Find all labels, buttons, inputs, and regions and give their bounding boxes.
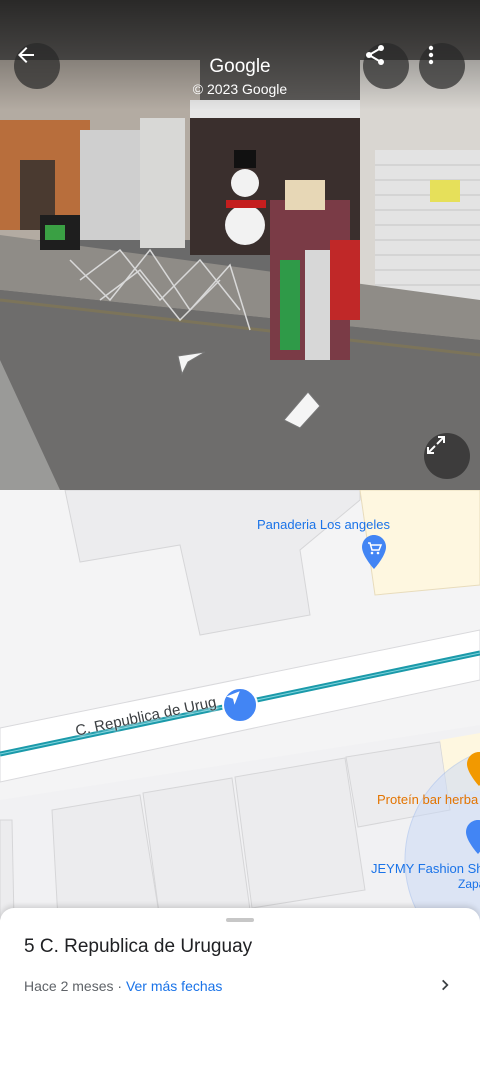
navigation-arrow-icon xyxy=(226,691,240,705)
shopping-icon[interactable] xyxy=(466,820,480,854)
time-ago-text: Hace 2 meses xyxy=(24,978,114,994)
share-icon xyxy=(366,45,384,65)
expand-icon xyxy=(427,436,445,454)
current-position-marker[interactable] xyxy=(222,687,258,723)
bottom-sheet[interactable]: 5 C. Republica de Uruguay Hace 2 meses ·… xyxy=(0,908,480,1067)
chevron-right-icon[interactable] xyxy=(438,978,452,992)
poi-label[interactable]: Panaderia Los angeles xyxy=(257,517,390,532)
more-dates-link[interactable]: Ver más fechas xyxy=(126,978,223,994)
poi-label[interactable]: JEYMY Fashion Sh xyxy=(371,861,480,876)
address-title: 5 C. Republica de Uruguay xyxy=(24,936,253,957)
shopping-cart-icon[interactable] xyxy=(362,535,386,569)
more-vert-icon xyxy=(428,45,434,65)
separator: · xyxy=(113,978,126,994)
street-view-panorama[interactable]: Google © 2023 Google xyxy=(0,0,480,490)
drag-handle[interactable] xyxy=(226,918,254,922)
copyright-text: © 2023 Google xyxy=(192,81,288,97)
map-view[interactable]: Panaderia Los angeles Proteín bar herba … xyxy=(0,490,480,920)
poi-label[interactable]: Proteín bar herba xyxy=(377,792,478,807)
expand-button[interactable] xyxy=(424,433,470,479)
poi-label[interactable]: Zapa xyxy=(458,877,480,891)
date-info: Hace 2 meses · Ver más fechas xyxy=(24,978,222,994)
more-options-button[interactable] xyxy=(419,43,465,89)
share-button[interactable] xyxy=(363,43,409,89)
food-icon[interactable] xyxy=(467,752,480,786)
